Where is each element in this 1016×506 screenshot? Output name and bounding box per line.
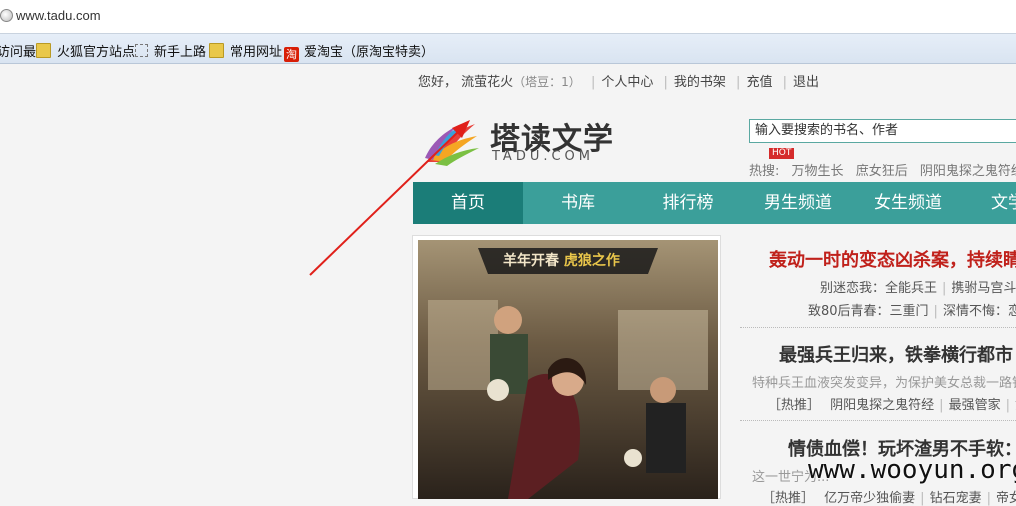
hot-keyword[interactable]: 万物生长 (792, 164, 844, 179)
link-logout[interactable]: 退出 (793, 75, 819, 90)
article-subline: 致80后青春：三重门 | 深情不悔：恋恋 (808, 300, 1016, 319)
main-nav: 首页 书库 排行榜 男生频道 女生频道 文学 (413, 182, 1016, 224)
username-link[interactable]: 流萤花火 (461, 75, 513, 90)
article-link[interactable]: 最强管家 (949, 398, 1001, 413)
nav-library[interactable]: 书库 (523, 182, 633, 224)
cover-banner-text: 羊年开春 (503, 253, 559, 269)
hot-keyword[interactable]: 庶女狂后 (856, 164, 908, 179)
divider: | (663, 75, 668, 90)
nav-literature[interactable]: 文学 (963, 182, 1016, 224)
search-input[interactable]: 输入要搜索的书名、作者 (749, 119, 1016, 143)
divider-dotted (740, 420, 1016, 421)
divider: | (1005, 398, 1010, 413)
article-link[interactable]: 阴阳鬼探之鬼符经 (830, 398, 934, 413)
globe-icon (0, 9, 13, 22)
nav-female-channel[interactable]: 女生频道 (853, 182, 963, 224)
user-bar: 您好， 流萤花火（塔豆：1） | 个人中心 | 我的书架 | 充值 | 退出 (418, 71, 819, 90)
bookmark-getting-started[interactable]: 新手上路 (135, 41, 206, 60)
divider: | (942, 281, 947, 296)
article-subline: 别迷恋我：全能兵王 | 携驸马宫斗： (820, 277, 1016, 296)
bookmark-aitaobao[interactable]: 淘爱淘宝（原淘宝特卖） (284, 41, 434, 62)
divider: | (939, 398, 944, 413)
page-icon (135, 44, 148, 57)
divider: | (590, 75, 596, 90)
article-title[interactable]: 最强兵王归来，铁拳横行都市 (779, 341, 1013, 367)
bookmark-common-sites[interactable]: 常用网址 (209, 41, 282, 60)
article-title[interactable]: 轰动一时的变态凶杀案，持续睛 (769, 246, 1016, 272)
hot-badge: HOT (769, 148, 795, 159)
divider: | (736, 75, 741, 90)
article-subline: ［热推］ 亿万帝少独偷妻|钻石宠妻|帝女毒 (762, 487, 1016, 506)
book-cover-image[interactable]: 羊年开春 虎狼之作 (418, 240, 718, 499)
article-link[interactable]: 致80后青春：三重门 (808, 304, 929, 319)
article-link[interactable]: 别迷恋我：全能兵王 (820, 281, 937, 296)
url-text[interactable]: www.tadu.com (16, 8, 101, 23)
nav-rankings[interactable]: 排行榜 (633, 182, 743, 224)
hot-label: 热搜: (749, 164, 780, 179)
article-subline: ［热推］ 阴阳鬼探之鬼符经|最强管家|黄金 (768, 394, 1016, 413)
divider: | (933, 304, 938, 319)
bookmark-label: 爱淘宝（原淘宝特卖） (304, 45, 435, 60)
greeting: 您好， (418, 75, 458, 90)
article-summary: 特种兵王血液突发变异，为保护美女总裁一路铁血 (752, 376, 1016, 391)
bookmark-label: 新手上路 (154, 45, 207, 60)
link-recharge[interactable]: 充值 (746, 75, 772, 90)
cover-illustration (418, 240, 718, 499)
bookmarks-bar: 访问最多 火狐官方站点 新手上路 常用网址 淘爱淘宝（原淘宝特卖） (0, 34, 1016, 64)
cover-banner: 羊年开春 虎狼之作 (503, 250, 620, 270)
link-user-center[interactable]: 个人中心 (601, 75, 653, 90)
hot-search: 热搜: 万物生长 庶女狂后 阴阳鬼探之鬼符经 (749, 160, 1016, 179)
points: （塔豆：1） (513, 75, 581, 89)
divider: | (782, 75, 787, 90)
hot-tag: ［热推］ (768, 398, 821, 413)
tadu-logo-icon[interactable] (425, 118, 485, 166)
bookmark-firefox[interactable]: 火狐官方站点 (36, 41, 135, 60)
address-bar[interactable]: www.tadu.com (0, 0, 1016, 34)
folder-icon (36, 43, 51, 58)
bookmark-label: 常用网址 (230, 45, 283, 60)
article-link[interactable]: 携驸马宫斗： (951, 281, 1016, 296)
hot-keyword[interactable]: 阴阳鬼探之鬼符经 (920, 164, 1016, 179)
logo-text-en: TADU.COM (492, 149, 595, 164)
bookmark-label: 火狐官方站点 (57, 45, 136, 60)
watermark-text: www.wooyun.org (808, 455, 1016, 485)
link-bookshelf[interactable]: 我的书架 (674, 75, 726, 90)
article-link[interactable]: 深情不悔：恋恋 (943, 304, 1016, 319)
cover-banner-text-2: 虎狼之作 (563, 253, 620, 269)
folder-icon (209, 43, 224, 58)
taobao-icon: 淘 (284, 47, 299, 62)
nav-home[interactable]: 首页 (413, 182, 523, 224)
nav-male-channel[interactable]: 男生频道 (743, 182, 853, 224)
divider-dotted (740, 327, 1016, 328)
